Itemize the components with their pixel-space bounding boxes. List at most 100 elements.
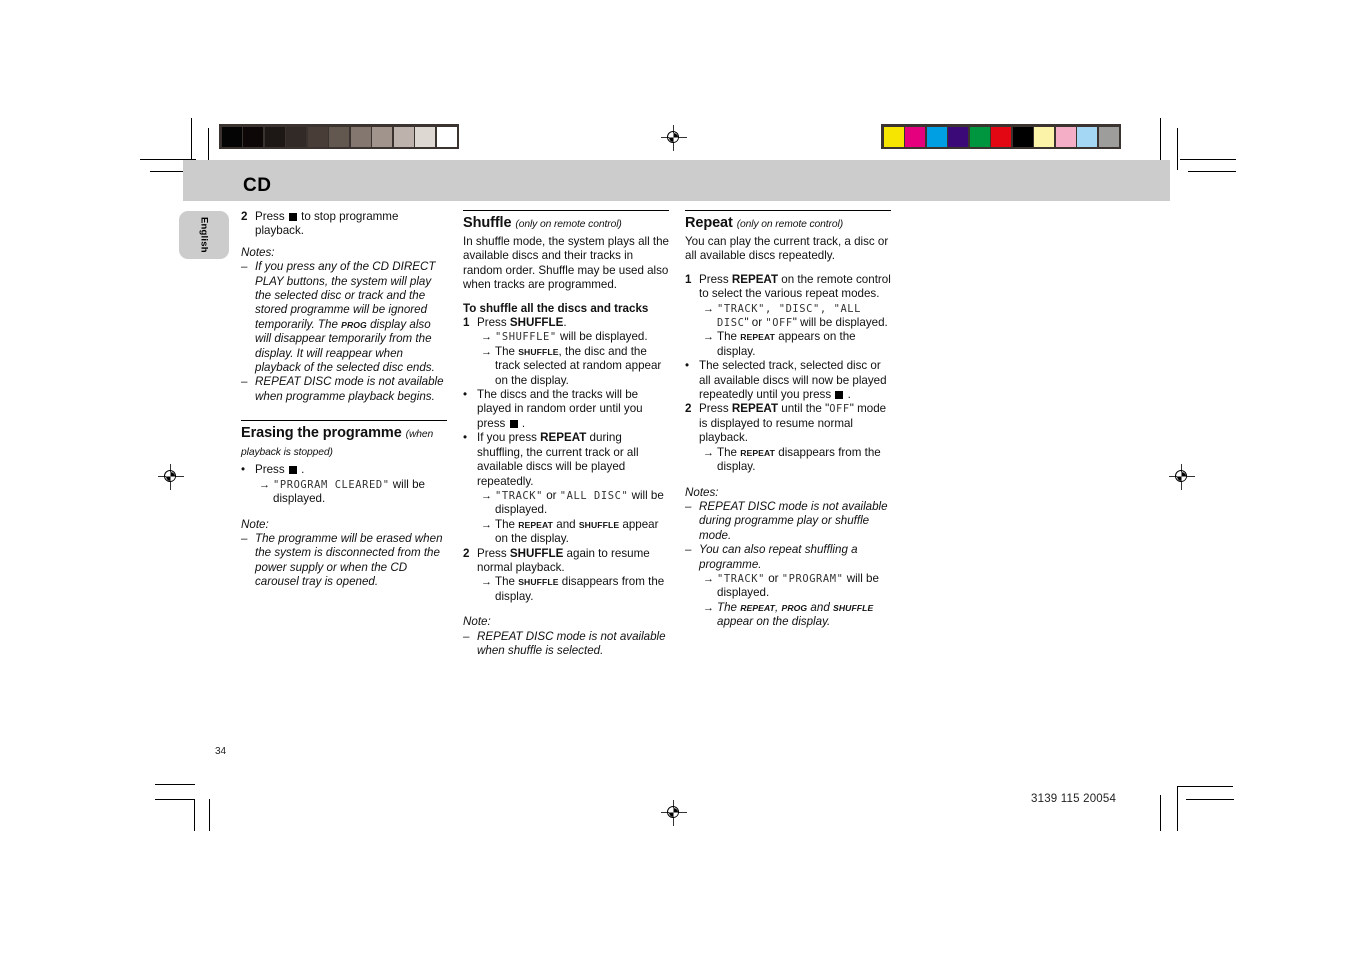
- language-tab: English: [179, 211, 229, 259]
- crop-mark-top-left-v1: [191, 118, 193, 160]
- crop-mark-bottom-left-h1: [155, 784, 195, 786]
- note-text: REPEAT DISC mode is not available when s…: [477, 629, 666, 657]
- lcd-quote-close: ": [758, 572, 765, 585]
- result-mid: or: [543, 488, 560, 502]
- repeat-shuffle-indicators-result: → The REPEAT, PROG and SHUFFLE appear on…: [703, 601, 891, 630]
- page-title: CD: [243, 175, 272, 196]
- result-mid: or: [765, 571, 782, 585]
- lcd-display-text-track: TRACK: [723, 302, 759, 315]
- result-text: The REPEAT disappears from the display.: [717, 446, 891, 475]
- lcd-display-text-program: PROGRAM: [788, 572, 837, 585]
- bullet-marker: •: [685, 359, 690, 373]
- repeat-indicator-label: REPEAT: [740, 447, 776, 458]
- prog-indicator-label: PROG: [781, 602, 808, 613]
- shuffle-display-result: → "SHUFFLE" will be displayed.: [481, 330, 669, 344]
- lcd-quote-close: ": [549, 331, 557, 344]
- step-pre: Press: [477, 546, 510, 560]
- result-text: The SHUFFLE, the disc and the track sele…: [495, 345, 669, 388]
- lcd-quote-open: ": [273, 478, 280, 491]
- step-text: Press REPEAT until the "OFF" mode is dis…: [699, 402, 891, 445]
- bullet-pre: The selected track, selected disc or all…: [699, 359, 887, 402]
- section-heading-qualifier: (only on remote control): [736, 219, 844, 230]
- repeat-step-1: 1 Press REPEAT on the remote control to …: [685, 273, 891, 302]
- note-text: If you press any of the CD DIRECT PLAY b…: [255, 260, 447, 375]
- shuffle-repeat-indicator-result: → The REPEAT and SHUFFLE appear on the d…: [481, 518, 669, 547]
- repeat-indicator-label: REPEAT: [740, 602, 776, 613]
- grayscale-control-strip: [219, 124, 459, 149]
- lcd-quote-open: ": [495, 489, 502, 502]
- notes-label: Notes:: [685, 485, 719, 499]
- lcd-display-text-track: TRACK: [723, 572, 759, 585]
- note-item: – REPEAT DISC mode is not available duri…: [685, 500, 891, 543]
- crop-mark-bottom-left-v2: [209, 799, 211, 831]
- result-text: "TRACK" or "PROGRAM" will be displayed.: [717, 572, 891, 601]
- result-mid: and: [553, 517, 579, 531]
- section-divider: [463, 210, 669, 211]
- colour-swatch-10: [1098, 126, 1119, 147]
- erase-bullet-post: .: [301, 463, 305, 477]
- note-label: Note:: [241, 517, 269, 531]
- colour-swatch-2: [926, 126, 947, 147]
- result-text: "TRACK" or "ALL DISC" will be displayed.: [495, 489, 669, 518]
- repeat-button-label: REPEAT: [731, 272, 779, 286]
- step-number: 2: [463, 546, 470, 560]
- lcd-quote-open: ": [781, 572, 789, 585]
- arrow-icon: →: [703, 446, 714, 459]
- colour-swatch-6: [350, 126, 371, 147]
- colour-swatch-0: [883, 126, 904, 147]
- result-post: appear on the display.: [717, 615, 831, 629]
- result-text: The REPEAT, PROG and SHUFFLE appear on t…: [717, 601, 891, 630]
- section-heading-text: Shuffle: [463, 215, 512, 231]
- colour-swatch-4: [307, 126, 328, 147]
- repeat-button-label: REPEAT: [731, 402, 779, 416]
- page-header-band: [183, 160, 1170, 201]
- arrow-icon: →: [481, 576, 492, 589]
- repeat-modes-display-result: → "TRACK", "DISC", "ALL DISC" or "OFF" w…: [703, 302, 891, 331]
- lcd-or: " or: [744, 316, 763, 330]
- stop-square-icon: [288, 466, 297, 475]
- registration-mark-left-center: [158, 464, 184, 490]
- section-heading-erasing: Erasing the programme (when playback is …: [241, 425, 447, 461]
- lcd-display-text: PROGRAM CLEARED: [279, 478, 383, 491]
- note-text: You can also repeat shuffling a programm…: [699, 543, 858, 571]
- colour-swatch-5: [991, 126, 1011, 147]
- colour-swatch-4: [969, 126, 990, 147]
- step-post: .: [563, 316, 567, 330]
- shuffle-step-1: 1 Press SHUFFLE.: [463, 316, 669, 330]
- result-pre: The: [495, 517, 519, 531]
- arrow-icon: →: [703, 331, 714, 344]
- colour-swatch-7: [1034, 126, 1054, 147]
- erase-bullet: • Press .: [241, 463, 447, 477]
- step-text: Press SHUFFLE.: [477, 316, 669, 330]
- step-pre: Press: [699, 272, 732, 286]
- step-text: Press SHUFFLE again to resume normal pla…: [477, 547, 669, 576]
- result-text: "SHUFFLE" will be displayed.: [495, 330, 669, 344]
- note-text: REPEAT DISC mode is not available during…: [699, 499, 888, 542]
- crop-mark-bottom-left-v1: [194, 799, 196, 831]
- erase-bullet-text: Press .: [255, 463, 447, 477]
- colour-swatch-10: [436, 126, 457, 147]
- crop-mark-top-right-h2: [1188, 171, 1236, 173]
- result-pre: The: [717, 445, 741, 459]
- shuffle-indicator-label: SHUFFLE: [518, 346, 559, 357]
- lcd-display-text-disc: DISC: [785, 302, 814, 315]
- shuffle-step-2: 2 Press SHUFFLE again to resume normal p…: [463, 547, 669, 576]
- section-divider: [241, 420, 447, 422]
- registration-mark-bottom-center: [661, 800, 687, 826]
- lcd-display-text-off: OFF: [829, 403, 850, 416]
- colour-swatch-0: [221, 126, 242, 147]
- step-pre: Press: [699, 402, 732, 416]
- crop-mark-top-right-v1: [1160, 118, 1162, 160]
- section-heading-shuffle: Shuffle (only on remote control): [463, 215, 669, 233]
- result-pre: The: [495, 575, 519, 589]
- colour-swatch-7: [372, 126, 392, 147]
- arrow-icon: →: [703, 302, 714, 315]
- bullet-text: The discs and the tracks will be played …: [477, 388, 669, 431]
- crop-mark-top-right-h1: [1180, 159, 1236, 161]
- document-code: 3139 115 20054: [1031, 793, 1117, 805]
- bullet-post: .: [521, 416, 526, 430]
- lcd-display-text-all-disc: ALL DISC: [566, 489, 622, 502]
- shuffle-button-label: SHUFFLE: [509, 546, 564, 560]
- note-text: The programme will be erased when the sy…: [255, 531, 443, 589]
- colour-swatch-5: [329, 126, 349, 147]
